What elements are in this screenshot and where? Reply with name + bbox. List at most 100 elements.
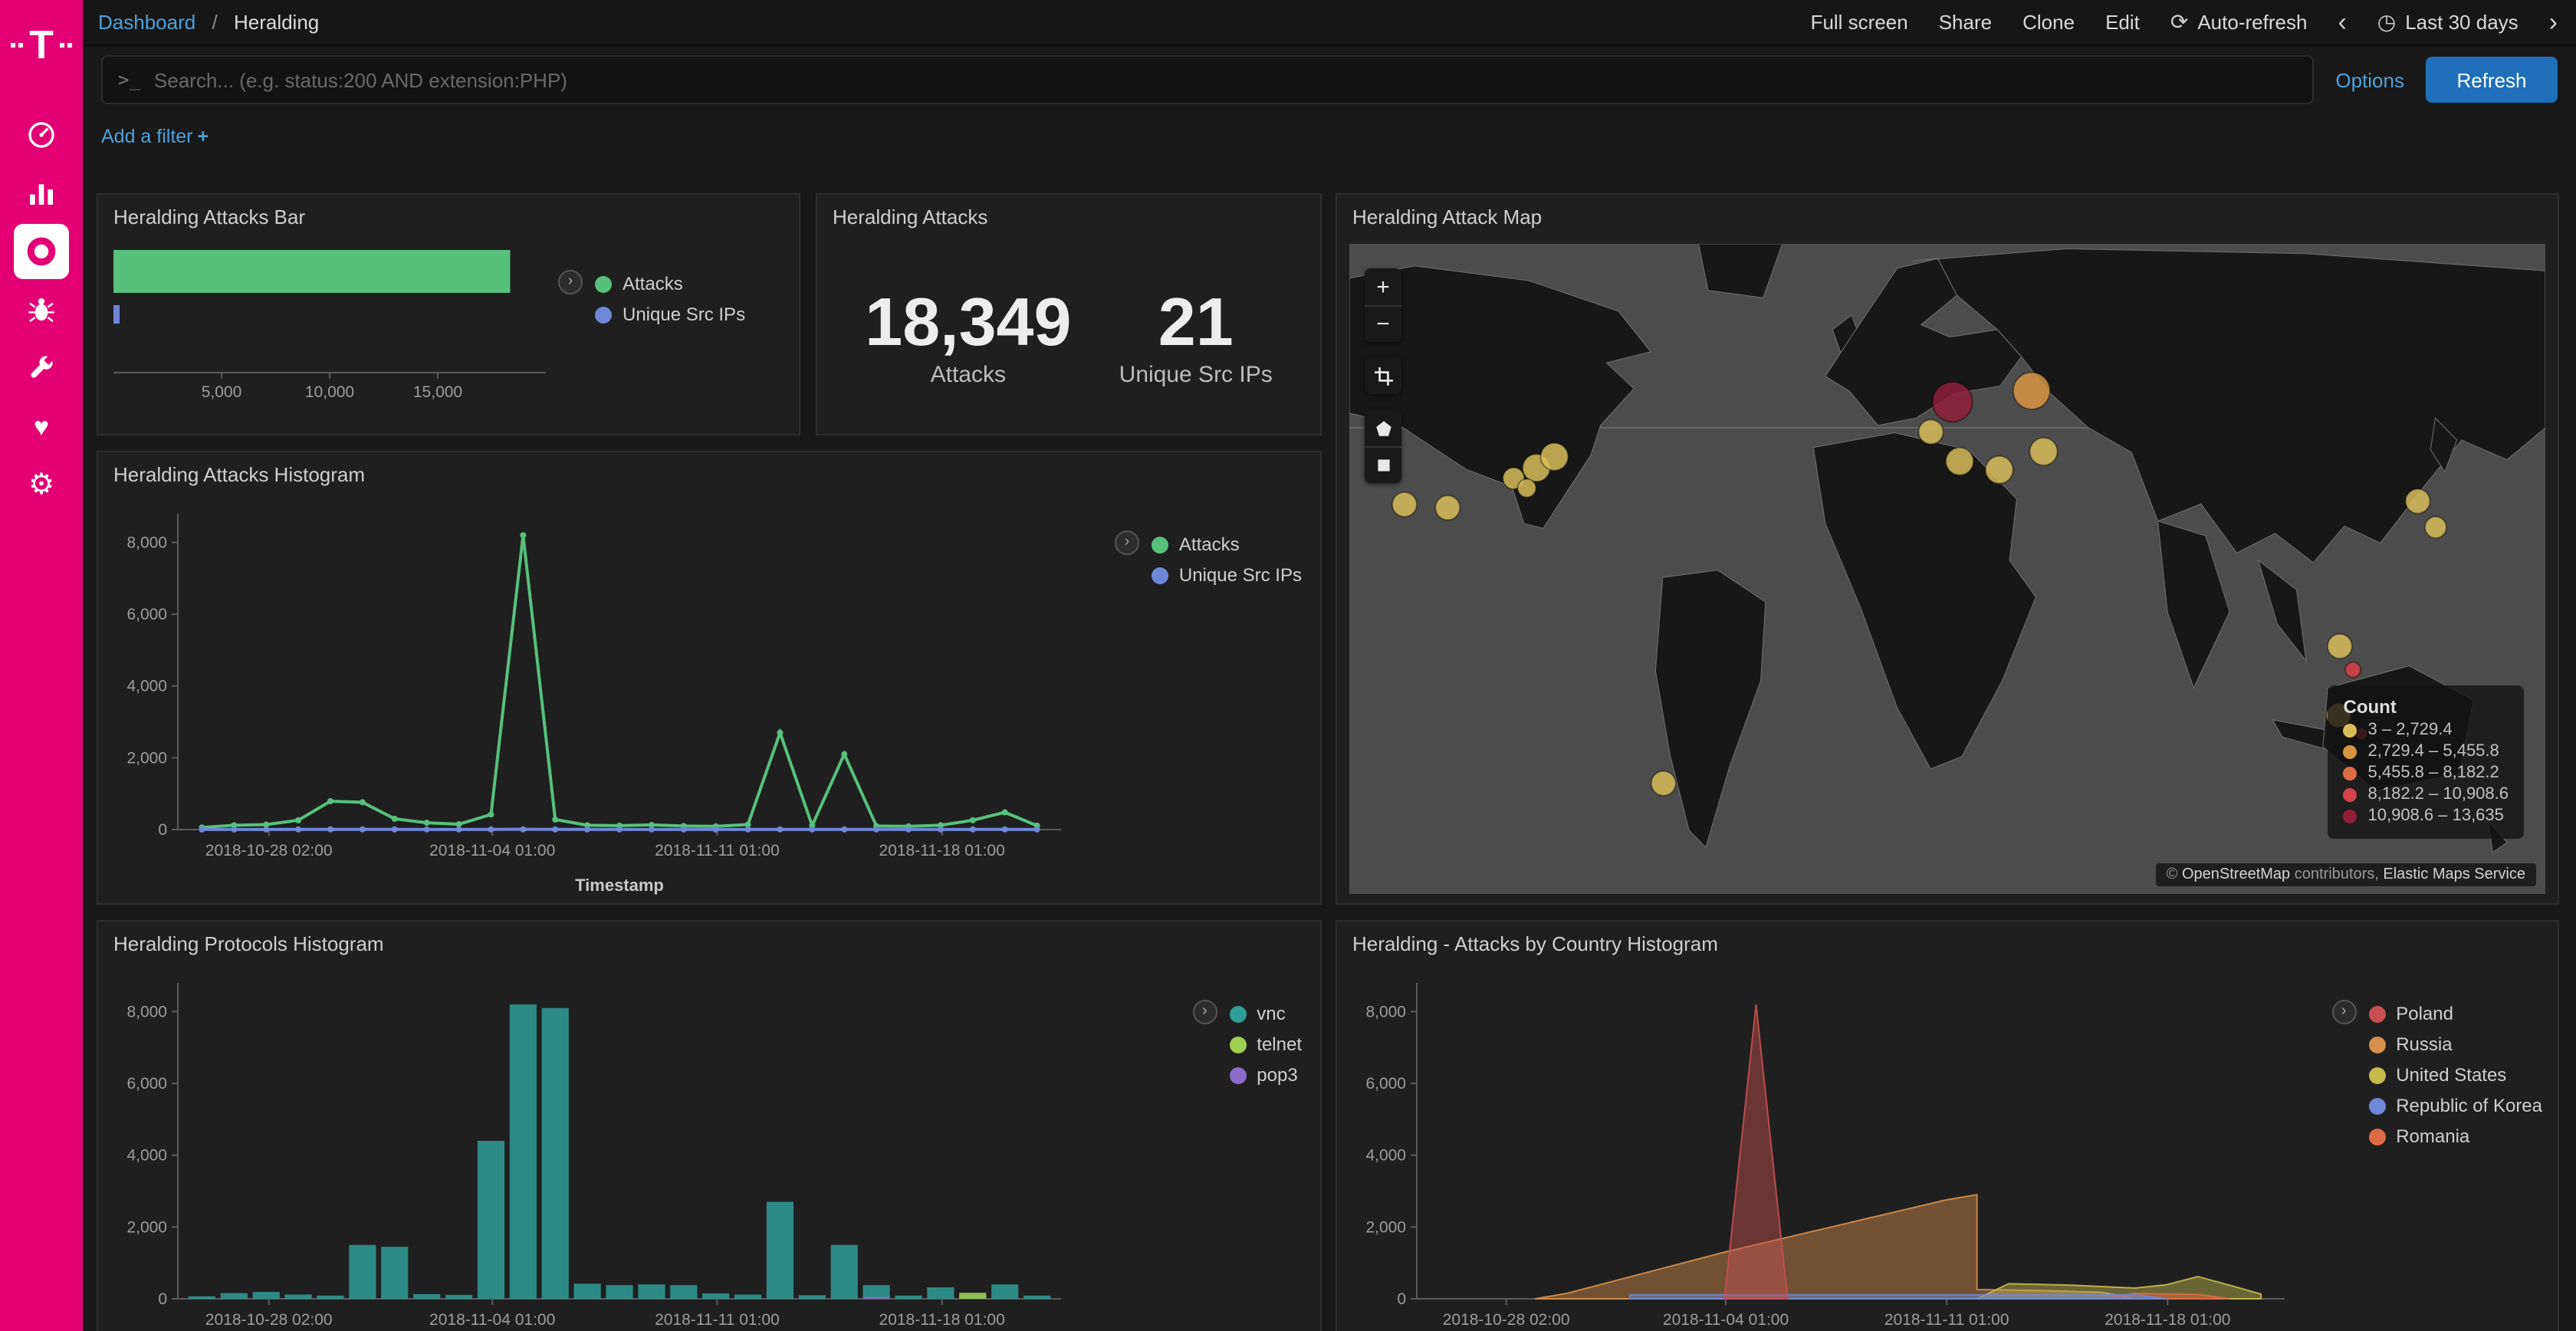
legend-item[interactable]: Unique Src IPs — [1152, 564, 1302, 586]
legend-items: Poland Russia United States Republic of Kor… — [2368, 998, 2542, 1152]
openstreetmap-link[interactable]: OpenStreetMap — [2182, 866, 2290, 883]
sidebar-item-attacks[interactable] — [0, 282, 83, 337]
legend-item[interactable]: Poland — [2368, 1003, 2542, 1024]
sidebar-item-cockpit[interactable] — [0, 107, 83, 163]
svg-text:2,000: 2,000 — [127, 1218, 167, 1236]
legend: › Attacks Unique Src IPs — [1115, 529, 1302, 590]
breadcrumb-dashboard-link[interactable]: Dashboard — [98, 11, 196, 34]
legend-toggle-icon[interactable]: › — [1115, 531, 1139, 555]
legend-toggle-icon[interactable]: › — [2331, 1000, 2356, 1024]
legend-toggle-icon[interactable]: › — [1192, 1000, 1217, 1024]
legend-item[interactable]: telnet — [1229, 1034, 1302, 1055]
sidebar-item-health[interactable]: ♥ — [0, 399, 83, 454]
svg-text:2018-11-11 01:00: 2018-11-11 01:00 — [1884, 1311, 2009, 1329]
svg-text:6,000: 6,000 — [127, 1075, 167, 1093]
svg-text:2018-11-11 01:00: 2018-11-11 01:00 — [655, 1311, 780, 1329]
auto-refresh-button[interactable]: ⟳ Auto-refresh — [2170, 9, 2308, 35]
svg-text:8,000: 8,000 — [127, 1003, 167, 1020]
sidebar-item-dashboards-selected[interactable] — [0, 224, 83, 279]
legend-label: Attacks — [1179, 534, 1240, 555]
attribution-prefix: © — [2167, 866, 2182, 883]
map-fit-bounds-button[interactable] — [1365, 357, 1401, 394]
legend: › Attacks Unique Src IPs — [558, 268, 745, 330]
sidebar-item-visualize[interactable] — [0, 166, 83, 221]
elastic-maps-service-link[interactable]: Elastic Maps Service — [2383, 866, 2525, 883]
clone-button[interactable]: Clone — [2022, 11, 2075, 34]
legend-item[interactable]: 5,455.8 – 8,182.2 — [2344, 764, 2509, 782]
sidebar-item-tools[interactable] — [0, 340, 83, 396]
attacks-bar-chart: 5,00010,00015,000 — [110, 238, 555, 422]
svg-text:4,000: 4,000 — [127, 678, 167, 695]
legend-item[interactable]: United States — [2368, 1064, 2542, 1086]
top-nav: Dashboard / Heralding Full screen Share … — [83, 0, 2576, 46]
zoom-group: + − — [1365, 268, 1401, 342]
legend-item[interactable]: pop3 — [1229, 1064, 1302, 1086]
legend-item[interactable]: Romania — [2368, 1126, 2542, 1147]
legend-item[interactable]: Attacks — [1152, 534, 1302, 555]
svg-text:4,000: 4,000 — [1365, 1147, 1406, 1165]
metric-group: 18,349 Attacks 21 Unique Src IPs — [817, 288, 1320, 388]
edit-button[interactable]: Edit — [2105, 11, 2140, 34]
panel-attacks-histogram: Heralding Attacks Histogram 02,0004,0006… — [97, 451, 1322, 905]
svg-text:2018-10-28 02:00: 2018-10-28 02:00 — [205, 1311, 333, 1329]
legend-item[interactable]: Republic of Korea — [2368, 1095, 2542, 1116]
legend-item[interactable]: 3 – 2,729.4 — [2344, 721, 2509, 739]
time-forward-button[interactable]: › — [2549, 9, 2558, 35]
legend-label: Republic of Korea — [2396, 1095, 2542, 1116]
legend-dot-icon — [1229, 1005, 1246, 1022]
map-draw-polygon-button[interactable] — [1365, 409, 1401, 446]
map-zoom-in-button[interactable]: + — [1365, 268, 1401, 305]
legend-item[interactable]: Attacks — [595, 273, 745, 294]
polygon-icon — [1373, 418, 1393, 438]
refresh-cycle-icon: ⟳ — [2170, 9, 2188, 35]
time-back-button[interactable]: ‹ — [2338, 9, 2346, 35]
svg-text:2018-10-28 02:00: 2018-10-28 02:00 — [205, 842, 333, 859]
options-link[interactable]: Options — [2335, 68, 2404, 91]
legend: › vnc telnet pop3 — [1192, 998, 1302, 1090]
filter-bar: Add a filter+ — [83, 113, 2576, 163]
panel-attack-map: Heralding Attack Map — [1336, 193, 2559, 905]
legend-item[interactable]: 10,908.6 – 13,635 — [2344, 807, 2509, 825]
logo-t: T — [29, 25, 54, 64]
legend-item[interactable]: 8,182.2 – 10,908.6 — [2344, 785, 2509, 804]
attacks-histogram-chart: 02,0004,0006,0008,0002018-10-28 02:00201… — [107, 498, 1073, 900]
legend-dot-icon — [2368, 1005, 2385, 1022]
legend-items: Attacks Unique Src IPs — [595, 268, 745, 330]
legend-label: Poland — [2396, 1003, 2453, 1024]
search-bar[interactable]: >_ — [101, 55, 2314, 104]
legend-item[interactable]: Unique Src IPs — [595, 304, 745, 325]
logo-dot — [11, 42, 15, 47]
legend-item[interactable]: vnc — [1229, 1003, 1302, 1024]
time-range-button[interactable]: ◷ Last 30 days — [2377, 9, 2518, 35]
legend-items: vnc telnet pop3 — [1229, 998, 1302, 1090]
share-button[interactable]: Share — [1939, 11, 1992, 34]
add-filter-link[interactable]: Add a filter+ — [101, 126, 209, 147]
telekom-logo[interactable]: T — [11, 9, 72, 80]
metric-label: Attacks — [865, 362, 1071, 388]
svg-text:4,000: 4,000 — [127, 1147, 167, 1165]
attack-map[interactable]: + − — [1349, 244, 2545, 894]
legend-label: United States — [2396, 1064, 2506, 1086]
refresh-button[interactable]: Refresh — [2426, 57, 2558, 103]
svg-text:10,000: 10,000 — [305, 383, 354, 401]
legend-item[interactable]: 2,729.4 – 5,455.8 — [2344, 742, 2509, 761]
legend-toggle-icon[interactable]: › — [558, 270, 583, 294]
svg-text:2018-11-18 01:00: 2018-11-18 01:00 — [879, 842, 1005, 859]
legend-item[interactable]: Russia — [2368, 1034, 2542, 1055]
metric-unique-src-ips: 21 Unique Src IPs — [1119, 288, 1273, 388]
full-screen-button[interactable]: Full screen — [1811, 11, 1908, 34]
crop-icon — [1373, 366, 1393, 386]
panel-attacks-bar: Heralding Attacks Bar 5,00010,00015,000 … — [97, 193, 800, 435]
map-count-legend: Count 3 – 2,729.42,729.4 – 5,455.85,455.… — [2328, 685, 2525, 839]
legend-label: telnet — [1257, 1034, 1302, 1055]
legend-dot-icon — [2344, 723, 2358, 737]
search-input[interactable] — [154, 68, 2297, 91]
breadcrumb-separator: / — [212, 11, 217, 34]
panel-title: Heralding Attacks — [817, 195, 1320, 239]
map-draw-rect-button[interactable] — [1365, 446, 1401, 483]
sidebar-item-settings[interactable]: ⚙ — [0, 457, 83, 512]
kibana-dashboard: T — [0, 0, 2576, 1331]
metric-value: 18,349 — [865, 288, 1071, 359]
map-legend-items: 3 – 2,729.4 2,729.4 – 5,455.8 5,455.8 – 8,… — [2344, 721, 2509, 825]
map-zoom-out-button[interactable]: − — [1365, 305, 1401, 342]
